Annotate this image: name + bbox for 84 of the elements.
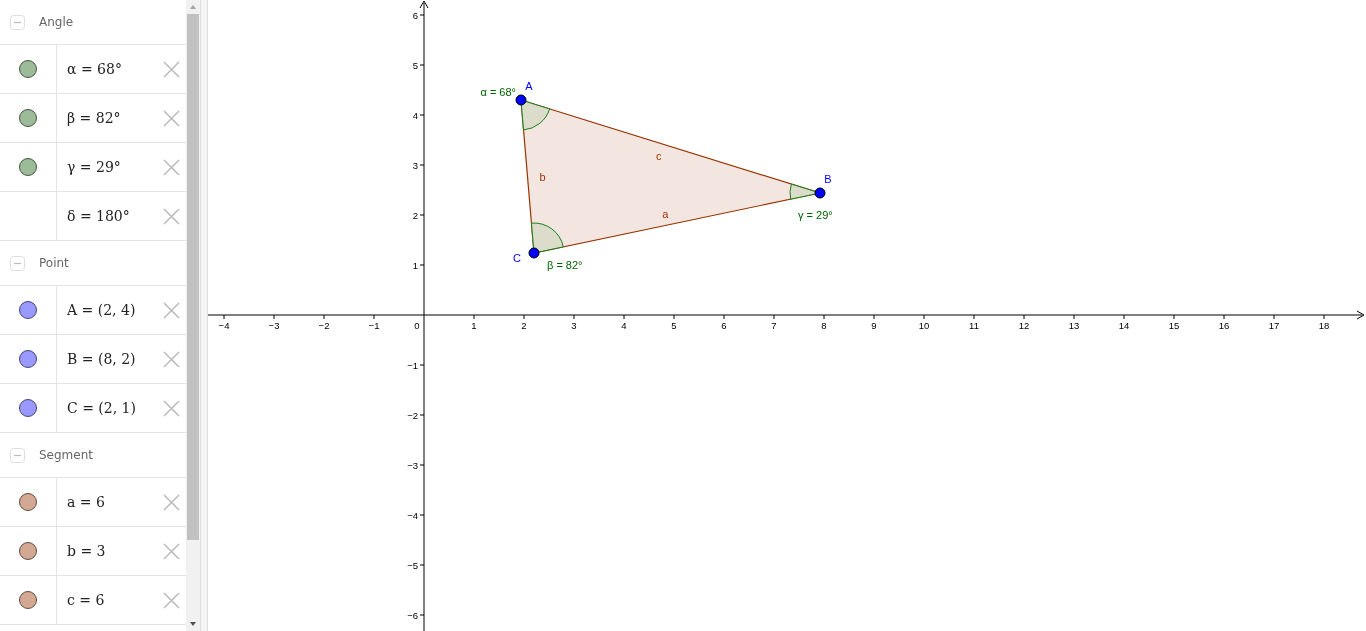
y-tick-label: 2 — [412, 210, 418, 221]
close-icon[interactable] — [163, 60, 180, 78]
x-tick-label: −2 — [318, 320, 330, 331]
angle-label: β = 82° — [547, 259, 583, 271]
y-tick-label: 1 — [412, 260, 418, 271]
y-tick-label: 6 — [412, 10, 418, 21]
group-title: Angle — [39, 15, 74, 29]
x-tick-label: 1 — [471, 320, 477, 331]
y-tick-label: −1 — [407, 360, 418, 371]
angle-label: γ = 29° — [798, 209, 833, 221]
angle-label: α = 68° — [480, 86, 516, 98]
x-tick-label: 5 — [671, 320, 677, 331]
collapse-icon[interactable] — [10, 255, 25, 271]
algebra-expression[interactable]: c = 6 — [67, 592, 163, 608]
algebra-expression[interactable]: b = 3 — [67, 543, 163, 559]
close-icon[interactable] — [163, 158, 180, 176]
visibility-toggle[interactable] — [19, 158, 37, 176]
group-title: Segment — [39, 448, 93, 462]
algebra-expression[interactable]: C = (2, 1) — [67, 400, 163, 416]
origin-label: 0 — [414, 320, 420, 331]
pane-splitter[interactable] — [200, 0, 208, 631]
x-tick-label: 14 — [1118, 320, 1130, 331]
visibility-toggle[interactable] — [19, 350, 37, 368]
y-tick-label: −6 — [407, 610, 418, 621]
visibility-toggle[interactable] — [19, 399, 37, 417]
collapse-icon[interactable] — [10, 447, 25, 463]
group-title: Point — [39, 256, 69, 270]
x-tick-label: 8 — [821, 320, 827, 331]
close-icon[interactable] — [163, 542, 180, 560]
x-tick-label: 10 — [918, 320, 930, 331]
x-tick-label: −4 — [218, 320, 230, 331]
visibility-toggle[interactable] — [19, 301, 37, 319]
x-tick-label: 2 — [521, 320, 527, 331]
algebra-expression[interactable]: A = (2, 4) — [67, 302, 163, 318]
x-tick-label: 4 — [621, 320, 627, 331]
x-tick-label: −1 — [368, 320, 380, 331]
close-icon[interactable] — [163, 591, 180, 609]
point — [515, 94, 527, 106]
segment-label: b — [539, 171, 546, 184]
point-label: A — [525, 80, 533, 92]
point — [528, 247, 540, 259]
algebra-expression[interactable]: α = 68° — [67, 61, 163, 77]
x-tick-label: 17 — [1268, 320, 1280, 331]
y-tick-label: −5 — [407, 560, 418, 571]
segment-label: c — [655, 149, 662, 162]
visibility-toggle[interactable] — [19, 60, 37, 78]
algebra-expression[interactable]: a = 6 — [67, 494, 163, 510]
close-icon[interactable] — [163, 350, 180, 368]
algebra-expression[interactable]: δ = 180° — [67, 208, 163, 224]
visibility-toggle[interactable] — [19, 542, 37, 560]
point-label: C — [513, 252, 521, 264]
close-icon[interactable] — [163, 493, 180, 511]
point-label: B — [824, 173, 832, 185]
segment-label: a — [662, 207, 669, 220]
x-tick-label: 6 — [721, 320, 727, 331]
visibility-toggle[interactable] — [19, 591, 37, 609]
x-tick-label: 7 — [771, 320, 777, 331]
close-icon[interactable] — [163, 207, 180, 225]
algebra-expression[interactable]: γ = 29° — [67, 159, 163, 175]
visibility-toggle[interactable] — [19, 493, 37, 511]
y-tick-label: −3 — [407, 460, 418, 471]
y-tick-label: 4 — [412, 110, 418, 121]
x-tick-label: −3 — [268, 320, 280, 331]
point — [814, 187, 826, 199]
x-tick-label: 3 — [571, 320, 577, 331]
visibility-toggle[interactable] — [19, 109, 37, 127]
y-tick-label: −2 — [407, 410, 418, 421]
x-tick-label: 12 — [1018, 320, 1030, 331]
close-icon[interactable] — [163, 301, 180, 319]
close-icon[interactable] — [163, 109, 180, 127]
x-tick-label: 13 — [1068, 320, 1080, 331]
y-tick-label: 3 — [412, 160, 418, 171]
algebra-expression[interactable]: β = 82° — [67, 110, 163, 126]
close-icon[interactable] — [163, 399, 180, 417]
y-tick-label: −4 — [407, 510, 418, 521]
scrollbar[interactable] — [186, 0, 200, 631]
x-tick-label: 18 — [1318, 320, 1330, 331]
algebra-expression[interactable]: B = (8, 2) — [67, 351, 163, 367]
y-tick-label: 5 — [412, 60, 418, 71]
x-tick-label: 9 — [871, 320, 877, 331]
x-tick-label: 11 — [969, 320, 979, 331]
x-tick-label: 16 — [1218, 320, 1230, 331]
x-tick-label: 15 — [1168, 320, 1180, 331]
collapse-icon[interactable] — [10, 14, 25, 30]
